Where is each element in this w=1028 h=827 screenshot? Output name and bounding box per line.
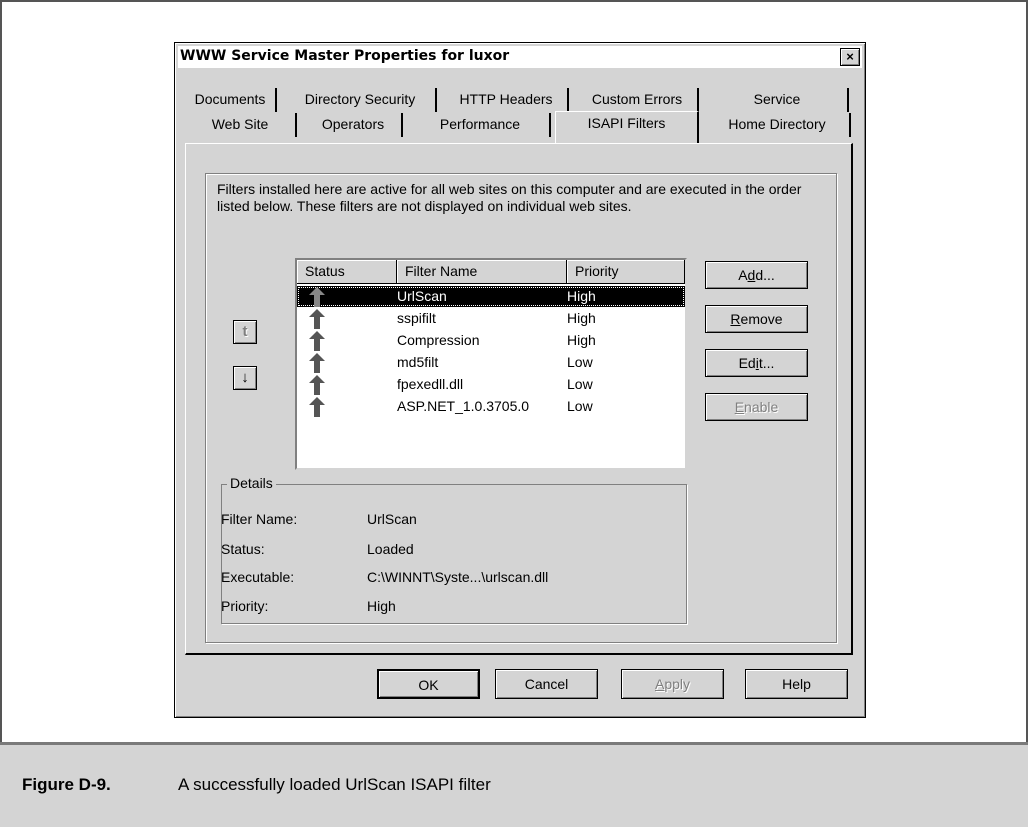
detail-label-status: Status:: [221, 541, 265, 557]
filter-priority-cell: High: [567, 332, 596, 348]
title-bar[interactable]: WWW Service Master Properties for luxor …: [178, 46, 862, 68]
caption-text: A successfully loaded UrlScan ISAPI filt…: [178, 775, 491, 794]
tab-service[interactable]: Service: [707, 88, 849, 112]
up-arrow-icon: [309, 287, 325, 307]
enable-button[interactable]: Enable: [705, 393, 808, 421]
tab-documents[interactable]: Documents: [185, 88, 277, 112]
close-button[interactable]: ×: [840, 48, 860, 66]
up-arrow-icon: [309, 353, 325, 373]
remove-accel: R: [730, 311, 741, 327]
cancel-button[interactable]: Cancel: [495, 669, 598, 699]
up-arrow-icon: [309, 397, 325, 417]
tab-http-headers[interactable]: HTTP Headers: [445, 88, 569, 112]
detail-label-filter-name: Filter Name:: [221, 511, 298, 527]
tab-performance[interactable]: Performance: [411, 113, 551, 137]
down-arrow-icon: ↓: [241, 369, 249, 386]
edit-label-post: t...: [758, 355, 775, 371]
tab-web-site[interactable]: Web Site: [185, 113, 297, 137]
tab-home-directory[interactable]: Home Directory: [705, 113, 851, 137]
filter-row[interactable]: md5filt Low: [297, 352, 685, 373]
filter-list[interactable]: Status Filter Name Priority UrlScan High s…: [295, 258, 687, 470]
enable-accel: E: [734, 399, 745, 415]
filter-priority-cell: Low: [567, 354, 593, 370]
filter-name-cell: Compression: [397, 332, 480, 348]
filter-priority-cell: High: [567, 310, 596, 326]
up-arrow-icon: [309, 375, 325, 395]
caption-label: Figure D-9.: [22, 775, 111, 794]
up-arrow-icon: [309, 309, 325, 329]
apply-button[interactable]: Apply: [621, 669, 724, 699]
column-priority[interactable]: Priority: [567, 260, 685, 284]
filter-priority-cell: High: [567, 288, 596, 304]
add-label-pre: A: [738, 267, 748, 283]
filter-row[interactable]: ASP.NET_1.0.3705.0 Low: [297, 396, 685, 417]
filter-name-cell: fpexedll.dll: [397, 376, 464, 392]
detail-label-priority: Priority:: [221, 598, 269, 614]
move-up-button[interactable]: t: [233, 320, 257, 344]
filter-row[interactable]: UrlScan High: [297, 286, 685, 307]
edit-button[interactable]: Edit...: [705, 349, 808, 377]
detail-label-executable: Executable:: [221, 569, 295, 585]
tab-directory-security[interactable]: Directory Security: [285, 88, 437, 112]
properties-dialog: WWW Service Master Properties for luxor …: [174, 42, 866, 718]
filter-row[interactable]: sspifilt High: [297, 308, 685, 329]
add-label-post: d...: [755, 267, 775, 283]
up-arrow-icon: [309, 331, 325, 351]
filter-name-cell: UrlScan: [397, 288, 447, 304]
filter-row[interactable]: Compression High: [297, 330, 685, 351]
apply-accel: A: [654, 676, 665, 692]
up-arrow-icon: t: [242, 323, 248, 340]
detail-value-executable: C:\WINNT\Syste...\urlscan.dll: [367, 569, 549, 585]
dialog-title: WWW Service Master Properties for luxor: [180, 48, 510, 64]
detail-value-priority: High: [367, 598, 396, 614]
filter-name-cell: ASP.NET_1.0.3705.0: [397, 398, 530, 414]
detail-value-status: Loaded: [367, 541, 414, 557]
details-group: [221, 484, 687, 624]
filter-priority-cell: Low: [567, 376, 593, 392]
filter-row[interactable]: fpexedll.dll Low: [297, 374, 685, 395]
figure-caption: Figure D-9. A successfully loaded UrlSca…: [0, 742, 1028, 827]
ok-button[interactable]: OK: [377, 669, 480, 699]
enable-label-post: nable: [744, 399, 779, 415]
tab-operators[interactable]: Operators: [305, 113, 403, 137]
column-status[interactable]: Status: [297, 260, 397, 284]
remove-button[interactable]: Remove: [705, 305, 808, 333]
help-button[interactable]: Help: [745, 669, 848, 699]
edit-label-pre: Ed: [738, 355, 756, 371]
filter-priority-cell: Low: [567, 398, 593, 414]
tab-custom-errors[interactable]: Custom Errors: [577, 88, 699, 112]
apply-label-post: pply: [664, 676, 691, 692]
filters-description: Filters installed here are active for al…: [217, 181, 802, 214]
add-button[interactable]: Add...: [705, 261, 808, 289]
filter-name-cell: md5filt: [397, 354, 439, 370]
filter-name-cell: sspifilt: [397, 310, 436, 326]
tab-isapi-filters[interactable]: ISAPI Filters: [555, 111, 699, 143]
list-header: Status Filter Name Priority: [297, 260, 685, 284]
remove-label-post: emove: [740, 311, 783, 327]
column-filter-name[interactable]: Filter Name: [397, 260, 567, 284]
detail-value-filter-name: UrlScan: [367, 511, 417, 527]
details-legend: Details: [227, 475, 276, 491]
move-down-button[interactable]: ↓: [233, 366, 257, 390]
close-icon: ×: [846, 49, 854, 64]
